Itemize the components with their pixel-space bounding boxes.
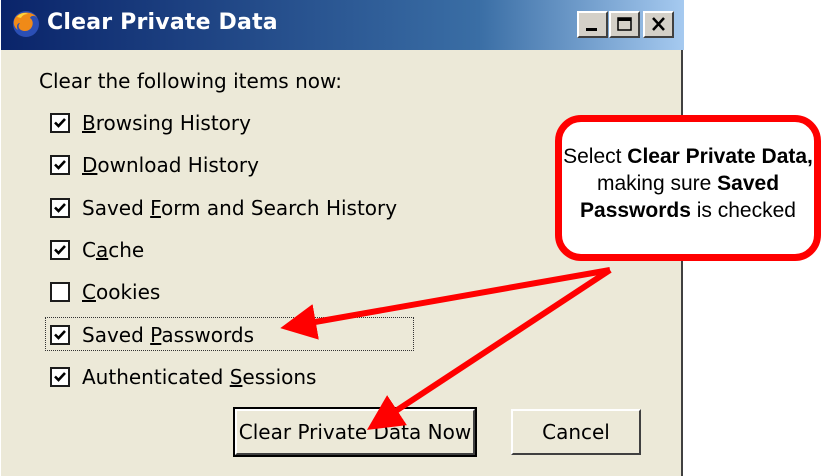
checkmark-icon bbox=[54, 245, 66, 255]
maximize-button[interactable] bbox=[609, 11, 640, 38]
close-button[interactable] bbox=[643, 11, 674, 38]
window-title: Clear Private Data bbox=[47, 10, 278, 35]
checkbox-item[interactable]: Saved Form and Search History bbox=[50, 193, 397, 223]
checkmark-icon bbox=[54, 372, 66, 382]
callout-line3-text: is checked bbox=[690, 199, 796, 222]
close-icon bbox=[652, 17, 665, 31]
checkmark-icon bbox=[54, 160, 66, 170]
checkbox[interactable] bbox=[50, 155, 70, 175]
focus-rectangle bbox=[45, 317, 414, 351]
callout-line2-bold: Saved bbox=[717, 172, 780, 195]
checkbox-item[interactable]: Cookies bbox=[50, 277, 160, 307]
callout-line1-text: Select bbox=[563, 145, 628, 168]
firefox-icon bbox=[13, 11, 39, 37]
cancel-button[interactable]: Cancel bbox=[511, 409, 641, 455]
callout-line2-text: making sure bbox=[596, 172, 718, 195]
checkbox[interactable] bbox=[50, 240, 70, 260]
maximize-icon bbox=[617, 17, 632, 31]
callout-line3-bold: Passwords bbox=[580, 199, 691, 222]
checkbox-label: Download History bbox=[82, 153, 259, 177]
checkbox-label: Cookies bbox=[82, 280, 161, 304]
checkbox[interactable] bbox=[50, 367, 70, 387]
checkbox-item[interactable]: Browsing History bbox=[50, 108, 251, 138]
checkbox-label: Authenticated Sessions bbox=[82, 365, 317, 389]
minimize-icon bbox=[586, 28, 597, 31]
minimize-button[interactable] bbox=[577, 11, 608, 38]
instruction-callout: Select Clear Private Data, making sure S… bbox=[555, 115, 821, 261]
dialog-heading: Clear the following items now: bbox=[39, 69, 342, 93]
checkbox-label: Browsing History bbox=[82, 111, 251, 135]
checkbox[interactable] bbox=[50, 113, 70, 133]
checkbox-item[interactable]: Download History bbox=[50, 150, 259, 180]
callout-text: Select Clear Private Data, making sure S… bbox=[562, 143, 814, 224]
title-bar[interactable]: Clear Private Data bbox=[1, 0, 684, 50]
checkbox[interactable] bbox=[50, 282, 70, 302]
checkbox-label: Cache bbox=[82, 238, 145, 262]
checkmark-icon bbox=[54, 203, 66, 213]
checkmark-icon bbox=[54, 118, 66, 128]
callout-line1-bold: Clear Private Data, bbox=[627, 145, 813, 168]
clear-private-data-now-button[interactable]: Clear Private Data Now bbox=[233, 407, 477, 457]
checkbox[interactable] bbox=[50, 198, 70, 218]
checkbox-item[interactable]: Cache bbox=[50, 235, 144, 265]
checkbox-item[interactable]: Authenticated Sessions bbox=[50, 362, 316, 392]
checkbox-label: Saved Form and Search History bbox=[82, 196, 398, 220]
